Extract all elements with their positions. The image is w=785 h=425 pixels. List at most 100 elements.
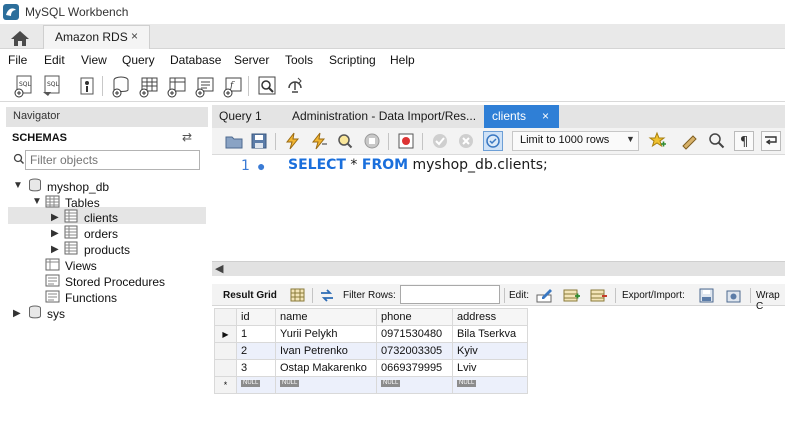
cell-phone[interactable]: 0971530480 [376, 325, 453, 343]
delete-row-icon[interactable] [590, 287, 608, 304]
insert-row-icon[interactable] [563, 287, 581, 304]
new-sql-tab-icon[interactable]: SQL [13, 74, 35, 98]
rollback-icon[interactable] [456, 131, 476, 151]
sql-statement[interactable]: SELECT * FROM myshop_db.clients; [288, 157, 548, 173]
menu-view[interactable]: View [81, 53, 107, 67]
tree-table-products[interactable]: products [84, 243, 130, 259]
cell-name[interactable]: Yurii Pelykh [275, 325, 377, 343]
search-table-data-icon[interactable] [256, 74, 278, 98]
menu-database[interactable]: Database [170, 53, 221, 67]
column-header-address[interactable]: address [452, 308, 528, 326]
explain-icon[interactable] [335, 131, 355, 151]
menu-query[interactable]: Query [122, 53, 155, 67]
create-procedure-icon[interactable] [194, 74, 216, 98]
tab-label: Administration - Data Import/Res... [292, 109, 477, 123]
column-header-name[interactable]: name [275, 308, 377, 326]
menu-edit[interactable]: Edit [44, 53, 65, 67]
create-function-icon[interactable]: f [222, 74, 244, 98]
cell-name[interactable]: Ivan Petrenko [275, 342, 377, 360]
cell-address[interactable]: Kyiv [452, 342, 528, 360]
expand-arrow-icon[interactable]: ▶ [51, 212, 59, 223]
grid-layout-icon[interactable] [289, 287, 307, 304]
cell-id[interactable]: 3 [236, 359, 276, 377]
tree-table-clients[interactable]: clients [84, 211, 118, 227]
create-view-icon[interactable] [166, 74, 188, 98]
scroll-left-arrow-icon[interactable]: ◀ [215, 262, 223, 275]
refresh-rows-icon[interactable] [318, 287, 336, 304]
menu-file[interactable]: File [8, 53, 27, 67]
result-grid: id name phone address ▶ 1 Yurii Pelykh 0… [214, 308, 530, 394]
cell-address-null[interactable]: NULL [452, 376, 528, 394]
stop-on-error-icon[interactable] [396, 131, 416, 151]
menu-tools[interactable]: Tools [285, 53, 313, 67]
stop-icon[interactable] [362, 131, 382, 151]
tree-table-orders[interactable]: orders [84, 227, 118, 243]
open-folder-icon[interactable] [224, 131, 244, 151]
menu-scripting[interactable]: Scripting [329, 53, 376, 67]
table-row[interactable]: 2 Ivan Petrenko 0732003305 Kyiv [214, 342, 528, 360]
execute-icon[interactable] [283, 131, 303, 151]
result-grid-label[interactable]: Result Grid [223, 290, 277, 301]
null-badge: NULL [457, 380, 477, 387]
expand-arrow-icon[interactable]: ▶ [13, 308, 21, 319]
tree-views[interactable]: Views [65, 259, 97, 275]
cell-name-null[interactable]: NULL [275, 376, 377, 394]
home-icon[interactable] [8, 28, 32, 48]
cell-phone-null[interactable]: NULL [376, 376, 453, 394]
filter-objects-input[interactable] [30, 151, 195, 169]
filter-rows-input[interactable] [400, 285, 500, 304]
find-icon[interactable] [707, 131, 727, 151]
expand-arrow-icon[interactable]: ▶ [51, 244, 59, 255]
new-row[interactable]: * NULL NULL NULL NULL [214, 376, 528, 394]
row-header [214, 342, 237, 360]
result-table: id name phone address ▶ 1 Yurii Pelykh 0… [214, 308, 528, 394]
cell-address[interactable]: Bila Tserkva [452, 325, 528, 343]
create-schema-icon[interactable] [110, 74, 132, 98]
save-icon[interactable] [249, 131, 269, 151]
edit-current-row-icon[interactable] [536, 287, 554, 304]
beautify-icon[interactable] [680, 131, 700, 151]
add-snippet-icon[interactable] [648, 131, 668, 151]
import-icon[interactable] [725, 287, 743, 304]
tab-query-1[interactable]: Query 1 [212, 105, 282, 128]
chevron-down-icon: ▼ [626, 134, 635, 144]
reconnect-icon[interactable] [284, 74, 306, 98]
cell-name[interactable]: Ostap Makarenko [275, 359, 377, 377]
line-number: 1 [241, 158, 250, 174]
commit-icon[interactable] [430, 131, 450, 151]
word-wrap-icon[interactable] [761, 131, 781, 151]
autocommit-toggle-icon[interactable] [483, 131, 503, 151]
tab-administration-data-import[interactable]: Administration - Data Import/Res... [284, 105, 482, 128]
expand-arrow-icon[interactable]: ▶ [51, 228, 59, 239]
create-table-icon[interactable] [138, 74, 160, 98]
invisible-chars-icon[interactable]: ¶ [734, 131, 754, 151]
table-row[interactable]: ▶ 1 Yurii Pelykh 0971530480 Bila Tserkva [214, 325, 528, 343]
inspector-icon[interactable] [76, 74, 98, 98]
column-header-id[interactable]: id [236, 308, 276, 326]
cell-id[interactable]: 1 [236, 325, 276, 343]
table-row[interactable]: 3 Ostap Makarenko 0669379995 Lviv [214, 359, 528, 377]
cell-phone[interactable]: 0669379995 [376, 359, 453, 377]
schemas-label: SCHEMAS [12, 132, 68, 144]
horizontal-scrollbar[interactable] [212, 261, 785, 276]
execute-statement-icon[interactable] [309, 131, 329, 151]
tab-clients[interactable]: clients × [484, 105, 559, 128]
export-icon[interactable] [698, 287, 716, 304]
cell-id-null[interactable]: NULL [236, 376, 276, 394]
expand-arrow-icon[interactable]: ▼ [13, 180, 23, 191]
connection-tab-close-icon[interactable]: × [131, 29, 138, 43]
column-header-phone[interactable]: phone [376, 308, 453, 326]
tree-functions[interactable]: Functions [65, 291, 117, 307]
cell-phone[interactable]: 0732003305 [376, 342, 453, 360]
menu-server[interactable]: Server [234, 53, 269, 67]
cell-address[interactable]: Lviv [452, 359, 528, 377]
tree-schema-sys[interactable]: sys [47, 307, 65, 323]
tree-stored-procedures[interactable]: Stored Procedures [65, 275, 165, 291]
tab-close-icon[interactable]: × [542, 109, 549, 123]
open-sql-script-icon[interactable]: SQL [41, 74, 63, 98]
toolbar-separator [422, 133, 423, 150]
expand-arrow-icon[interactable]: ▼ [32, 196, 42, 207]
cell-id[interactable]: 2 [236, 342, 276, 360]
menu-help[interactable]: Help [390, 53, 415, 67]
refresh-icon[interactable]: ⇄ [182, 130, 192, 144]
